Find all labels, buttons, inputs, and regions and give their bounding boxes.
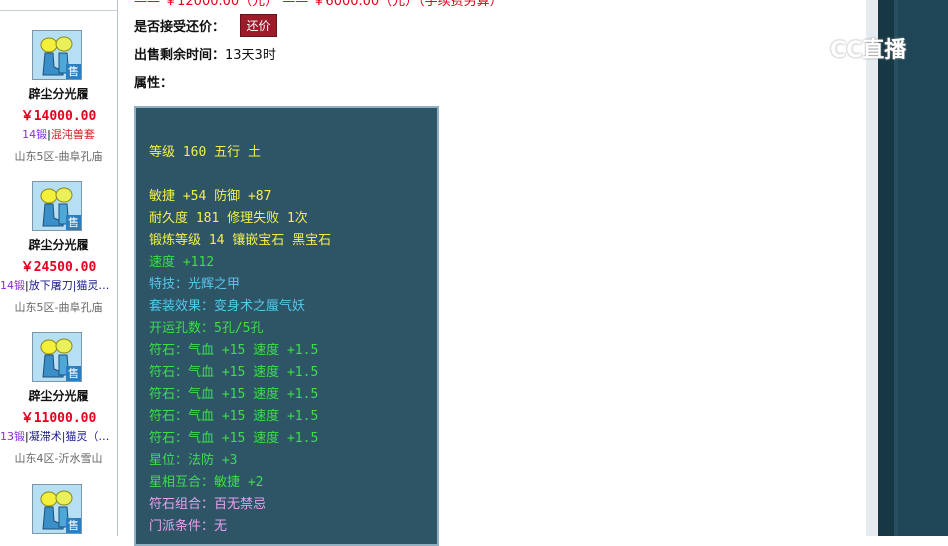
attr-line: 开运孔数：5孔/5孔 [149, 321, 264, 336]
panel-divider [894, 0, 898, 536]
attr-line: 符石：气血 +15 速度 +1.5 [149, 387, 319, 402]
item-thumbnail[interactable]: 售 [32, 181, 82, 231]
item-price: ￥11000.00 [20, 411, 97, 426]
sell-badge: 售 [66, 215, 81, 230]
attr-line: 锻炼等级 14 镶嵌宝石 黑宝石 [149, 233, 332, 248]
attr-line: 符石：气血 +15 速度 +1.5 [149, 343, 319, 358]
panel-edge [878, 0, 894, 536]
extra-tag: |猫灵… [72, 279, 110, 292]
accept-counter-label: 是否接受还价： [134, 20, 226, 35]
right-panel [878, 0, 948, 536]
item-name[interactable]: 辟尘分光履 [0, 236, 117, 253]
item-price: ￥24500.00 [20, 260, 97, 275]
item-tags: 14锻|混沌兽套 [0, 126, 117, 142]
forge-level: 14锻 [0, 279, 25, 292]
attr-line: 套装效果：变身术之蜃气妖 [149, 299, 306, 314]
attributes-label: 属性： [134, 76, 174, 91]
item-tags: 14锻|放下屠刀|猫灵… [0, 277, 117, 293]
attr-line: 特技：光辉之甲 [149, 277, 241, 292]
counter-offer-button[interactable]: 还价 [240, 14, 277, 37]
attr-line: 门派条件：无 [149, 519, 228, 534]
attr-line: 符石组合：百无禁忌 [149, 497, 267, 512]
stream-watermark: CC直播 [796, 32, 907, 66]
skill-tag: 凝滞术 [28, 430, 62, 443]
item-thumbnail[interactable]: 售 [32, 30, 82, 80]
remaining-time-label: 出售剩余时间： [134, 48, 226, 63]
attr-line: 速度 +112 [149, 255, 215, 270]
attr-line: 耐久度 181 修理失败 1次 [149, 211, 308, 226]
sell-badge: 售 [66, 366, 81, 381]
attr-line: 符石：气血 +15 速度 +1.5 [149, 409, 319, 424]
attr-line: 符石：气血 +15 速度 +1.5 [149, 431, 319, 446]
extra-tag: |猫灵（… [61, 430, 110, 443]
attr-line: 等级 160 五行 土 [149, 145, 261, 160]
item-name[interactable]: 辟尘分光履 [0, 387, 117, 404]
price-row: —— ￥12000.00（元） —— ￥6000.00（元）（手续费另算） [134, 0, 503, 9]
forge-level: 14锻 [22, 128, 48, 141]
item-tags: 13锻|凝滞术|猫灵（… [0, 428, 117, 444]
listing-sidebar: 售 辟尘分光履 ￥14000.00 14锻|混沌兽套 山东5区-曲阜孔庙 售 辟… [0, 0, 118, 536]
watermark-text: CC直播 [830, 38, 907, 63]
item-thumbnail[interactable]: 售 [32, 332, 82, 382]
divider [0, 10, 117, 11]
server-name: 山东5区-曲阜孔庙 [14, 301, 103, 314]
suit-tag: 混沌兽套 [50, 128, 95, 141]
skill-tag: 放下屠刀 [28, 279, 73, 292]
item-price: ￥14000.00 [20, 109, 97, 124]
remaining-time-value: 13天3时 [225, 48, 276, 63]
attr-line: 符石：气血 +15 速度 +1.5 [149, 365, 319, 380]
forge-level: 13锻 [0, 430, 25, 443]
cc-logo-icon [796, 36, 830, 66]
sell-badge: 售 [66, 64, 81, 79]
server-name: 山东4区-沂水雪山 [14, 452, 103, 465]
item-name[interactable]: 辟尘分光履 [0, 85, 117, 102]
item-thumbnail[interactable]: 售 [32, 484, 82, 534]
server-name: 山东5区-曲阜孔庙 [14, 150, 103, 163]
attr-line: 星位：法防 +3 [149, 453, 238, 468]
attribute-box: 等级 160 五行 土 敏捷 +54 防御 +87 耐久度 181 修理失败 1… [134, 106, 439, 546]
remaining-time-row: 出售剩余时间：13天3时 [134, 44, 276, 63]
accept-counter-row: 是否接受还价： [134, 16, 225, 35]
attributes-row: 属性： [134, 72, 173, 91]
attr-line: 星相互合：敏捷 +2 [149, 475, 264, 490]
scrollbar-track[interactable] [866, 0, 878, 536]
sell-badge: 售 [66, 518, 81, 533]
attr-line: 敏捷 +54 防御 +87 [149, 189, 272, 204]
